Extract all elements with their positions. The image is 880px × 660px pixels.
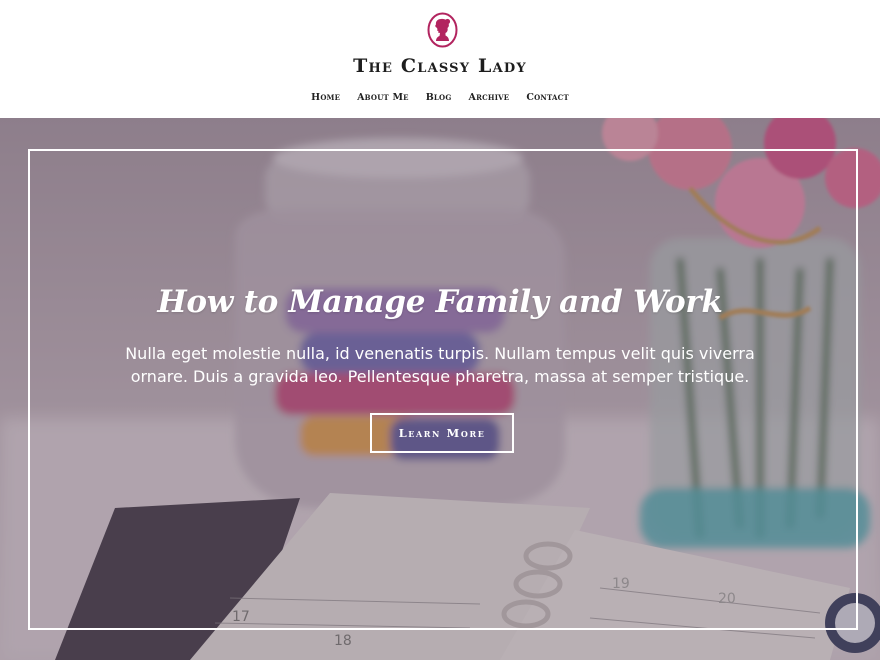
main-nav: Home About Me Blog Archive Contact [0,92,880,103]
nav-item-home[interactable]: Home [311,92,340,103]
site-header: The Classy Lady Home About Me Blog Archi… [0,0,880,118]
hero-section: 17 18 19 20 How to Manage Family and Wor… [0,118,880,660]
site-title[interactable]: The Classy Lady [0,55,880,77]
learn-more-button[interactable]: Learn More [370,413,514,453]
hero-title[interactable]: How to Manage Family and Work [0,284,880,320]
hero-frame [28,149,858,630]
planner-date-18: 18 [334,633,352,649]
nav-item-contact[interactable]: Contact [526,92,569,103]
lady-silhouette-icon[interactable] [427,12,458,48]
nav-item-about-me[interactable]: About Me [357,92,409,103]
nav-item-archive[interactable]: Archive [469,92,510,103]
nav-item-blog[interactable]: Blog [426,92,452,103]
hero-excerpt: Nulla eget molestie nulla, id venenatis … [125,344,755,386]
